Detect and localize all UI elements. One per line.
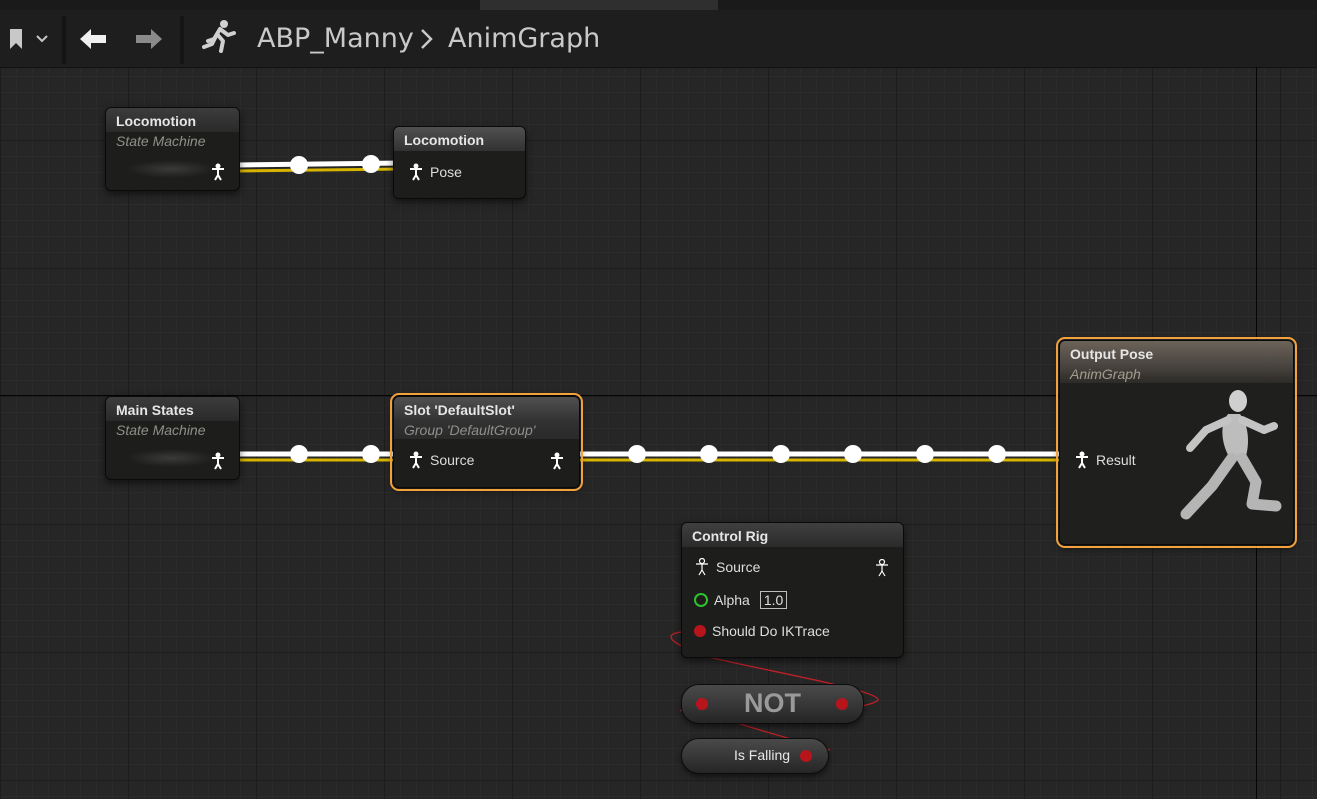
node-main-states-state-machine[interactable]: Main States State Machine: [105, 396, 240, 480]
node-output-pose[interactable]: Output Pose AnimGraph Result: [1056, 337, 1297, 548]
wire-main-states-to-slot[interactable]: [236, 445, 404, 463]
node-subtitle: State Machine: [116, 133, 206, 149]
pin-source[interactable]: Source: [694, 558, 760, 576]
pin-should-do-iktrace[interactable]: Should Do IKTrace: [694, 623, 830, 639]
wire-locomotion[interactable]: [235, 155, 405, 174]
alpha-value-field[interactable]: 1.0: [759, 591, 788, 609]
pin-label: Alpha: [714, 592, 750, 608]
node-locomotion-linked-pose[interactable]: Locomotion Pose: [393, 126, 526, 199]
pin-label: Source: [716, 559, 761, 575]
bool-output-pin-icon[interactable]: [836, 698, 848, 710]
pin-source[interactable]: Source: [408, 451, 474, 469]
pin-label: Should Do IKTrace: [712, 623, 830, 639]
node-title: Output Pose: [1060, 341, 1293, 365]
pin-pose[interactable]: Pose: [408, 163, 462, 181]
pin-label: Source: [430, 452, 475, 468]
pose-output-pin-outline-icon[interactable]: [874, 559, 890, 577]
node-not[interactable]: NOT: [681, 684, 864, 724]
pin-label: Result: [1096, 452, 1136, 468]
node-title: Main States: [106, 397, 239, 421]
node-title: Locomotion: [394, 127, 525, 151]
pin-label: Pose: [430, 164, 462, 180]
pose-pin-icon: [1076, 451, 1088, 469]
node-preview-blur: [126, 160, 216, 178]
node-subtitle: Group 'DefaultGroup': [394, 421, 579, 439]
node-locomotion-state-machine[interactable]: Locomotion State Machine: [105, 107, 240, 191]
node-subtitle: State Machine: [116, 422, 206, 438]
node-control-rig[interactable]: Control Rig Source Alpha 1.0 Should Do I…: [681, 522, 904, 658]
node-title: Slot 'DefaultSlot': [394, 397, 579, 421]
node-subtitle: AnimGraph: [1060, 365, 1293, 383]
wire-slot-to-output[interactable]: [578, 445, 1072, 463]
pose-pin-icon[interactable]: [210, 452, 226, 470]
pin-result[interactable]: Result: [1074, 451, 1136, 469]
node-title: Control Rig: [682, 523, 903, 547]
pin-alpha[interactable]: Alpha 1.0: [694, 591, 788, 609]
pose-pin-outline-icon: [696, 558, 708, 576]
node-title: Locomotion: [106, 108, 239, 132]
node-preview-blur: [126, 449, 216, 467]
pose-pin-icon[interactable]: [210, 163, 226, 181]
bool-output-pin-icon[interactable]: [800, 750, 812, 762]
pose-pin-icon: [410, 451, 422, 469]
pose-pin-icon: [410, 163, 422, 181]
node-is-falling[interactable]: Is Falling: [681, 738, 829, 774]
is-falling-label: Is Falling: [734, 747, 791, 763]
node-slot-default[interactable]: Slot 'DefaultSlot' Group 'DefaultGroup' …: [390, 393, 583, 491]
bool-pin-icon: [694, 625, 706, 637]
pose-output-pin-icon[interactable]: [549, 452, 565, 470]
mannequin-running-icon: [1180, 390, 1282, 520]
float-pin-icon: [694, 593, 708, 607]
